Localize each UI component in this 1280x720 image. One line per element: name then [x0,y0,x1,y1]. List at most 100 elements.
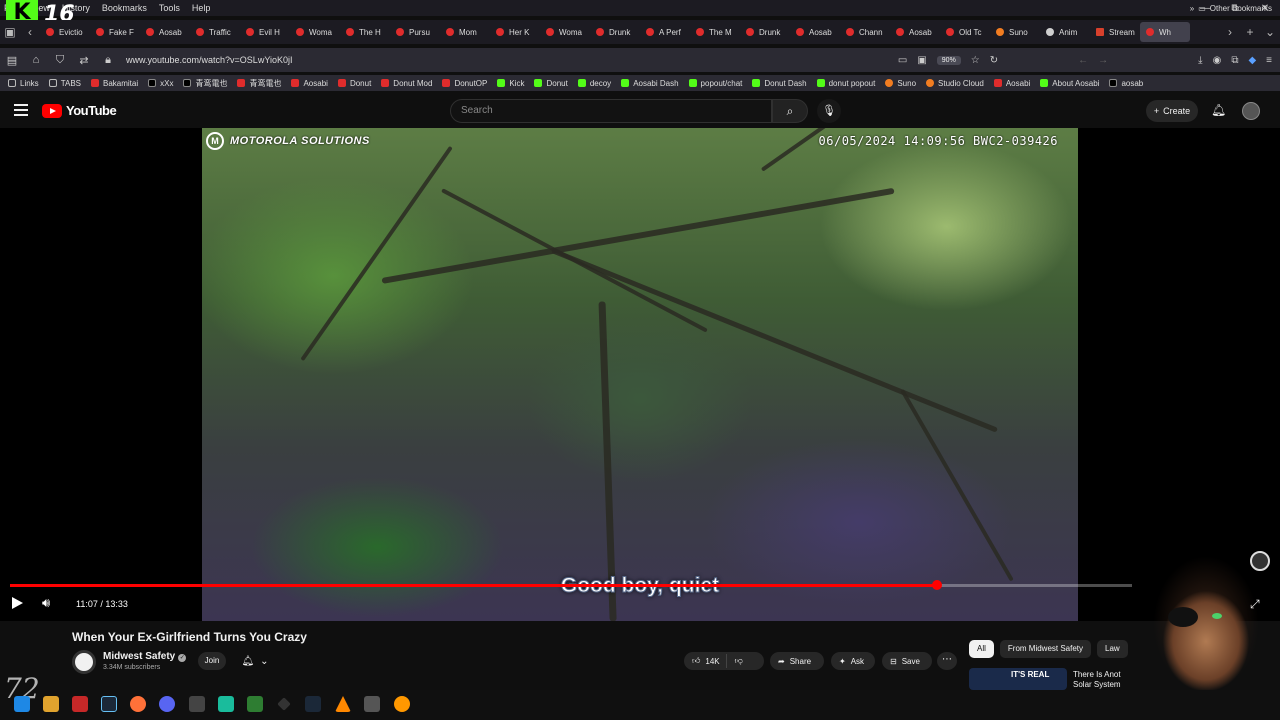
chip-law[interactable]: Law [1097,640,1128,658]
browser-tab[interactable]: Stream [1090,22,1140,42]
bookmark-item[interactable]: Aosabi [993,79,1030,88]
permissions-icon[interactable]: ⇄ [72,54,96,67]
recommended-video-title[interactable]: There Is Anot Solar System [1073,670,1133,690]
lock-icon[interactable]: 🔒︎ [96,54,120,67]
steam-alt-icon[interactable] [305,696,321,712]
zoom-level[interactable]: 90% [936,55,961,65]
bookmark-item[interactable]: About Aosabi [1040,79,1099,88]
bookmark-item[interactable]: Aosabi Dash [621,79,679,88]
forward-icon[interactable]: → [1098,55,1108,66]
video-player[interactable]: M MOTOROLA SOLUTIONS 06/05/2024 14:09:56… [0,128,1280,621]
browser-tab[interactable]: Suno [990,22,1040,42]
reader-view-icon[interactable]: ▭ [898,55,907,66]
browser-tab[interactable]: Evil H [240,22,290,42]
game-app-icon[interactable] [189,696,205,712]
browser-tab[interactable]: Woma [540,22,590,42]
progress-bar[interactable] [10,580,1132,590]
tab-scroll-right-icon[interactable]: › [1220,25,1240,39]
back-icon[interactable]: ← [1078,55,1088,66]
discord-icon[interactable] [159,696,175,712]
browser-tab[interactable]: The M [690,22,740,42]
picture-in-picture-icon[interactable]: ▣ [917,55,926,66]
home-icon[interactable]: ⌂ [24,54,48,66]
bookmark-item[interactable]: DonutOP [442,79,487,88]
ask-button[interactable]: ✦ Ask [831,652,875,670]
scrubber-handle[interactable] [931,580,942,590]
browser-tab[interactable]: Chann [840,22,890,42]
menu-bookmarks[interactable]: Bookmarks [96,3,153,13]
bookmark-item[interactable]: Donut Dash [752,79,807,88]
new-tab-icon[interactable]: + [1240,25,1260,39]
browser-tab[interactable]: Evictio [40,22,90,42]
volume-icon[interactable]: 🔊︎ [42,595,50,611]
browser-tab[interactable]: A Perf [640,22,690,42]
browser-tab[interactable]: Pursu [390,22,440,42]
account-icon[interactable]: ◉ [1213,55,1222,66]
channel-avatar[interactable] [72,650,96,674]
channel-name-text[interactable]: Midwest Safety [103,651,175,662]
more-actions-icon[interactable]: ⋯ [937,652,957,670]
firefox-icon[interactable] [130,696,146,712]
chip-all[interactable]: All [969,640,994,658]
sidebar-toggle-icon[interactable]: ▤ [0,54,24,67]
chat-app-icon[interactable] [218,696,234,712]
chip-from-channel[interactable]: From Midwest Safety [999,640,1092,658]
bookmark-item[interactable]: Donut [534,79,568,88]
bookmark-item[interactable]: donut popout [816,79,875,88]
stream-app-icon[interactable] [72,696,88,712]
other-bookmarks[interactable]: » ▭ Other Bookmarks [1190,0,1272,16]
bookmark-star-icon[interactable]: ☆ [971,55,980,66]
search-app-icon[interactable] [394,696,410,712]
browser-tab[interactable]: Mom [440,22,490,42]
recommended-video-thumbnail[interactable]: IT'S REAL [969,668,1067,690]
browser-tab[interactable]: Aosab [890,22,940,42]
extension-icon[interactable]: ◆ [1248,55,1256,66]
search-icon[interactable]: ⌕ [772,99,808,123]
browser-tab[interactable]: Anim [1040,22,1090,42]
youtube-logo[interactable]: YouTube [42,103,117,118]
browser-tab[interactable]: The H [340,22,390,42]
bookmark-item[interactable]: Studio Cloud [926,79,984,88]
browser-tab[interactable]: Her K [490,22,540,42]
browser-tab[interactable]: Wh [1140,22,1190,42]
bookmark-item[interactable]: Aosabi [291,79,328,88]
channel-name[interactable]: Midwest Safety ✓ [103,651,187,662]
tab-scroll-left-icon[interactable]: ‹ [20,25,40,39]
browser-tab[interactable]: Aosab [790,22,840,42]
steam-icon[interactable] [101,696,117,712]
menu-icon[interactable] [14,104,28,116]
notifications-bell-icon[interactable]: 🔔︎ [1211,103,1226,117]
file-explorer-icon[interactable] [43,696,59,712]
browser-tab[interactable]: Aosab [140,22,190,42]
bookmark-item[interactable]: Kick [497,79,524,88]
play-icon[interactable] [12,597,23,609]
video-frame[interactable]: M MOTOROLA SOLUTIONS 06/05/2024 14:09:56… [202,128,1078,621]
bookmark-item[interactable]: Donut [337,79,371,88]
bookmark-item[interactable]: popout/chat [688,79,742,88]
bookmark-item[interactable]: Donut Mod [381,79,432,88]
bookmark-item[interactable]: 青鸾電也 [237,78,281,89]
shield-icon[interactable]: ⛉ [48,54,72,67]
create-button[interactable]: + Create [1146,100,1198,122]
subscribe-bell-button[interactable]: 🔔︎ ⌄ [236,652,274,670]
browser-tab[interactable]: Fake F [90,22,140,42]
bookmark-item[interactable]: Suno [885,79,916,88]
tab-overflow-icon[interactable]: ⌄ [1260,25,1280,39]
bookmark-item[interactable]: Links [8,79,39,88]
microphone-icon[interactable]: 🎙︎ [817,99,841,123]
bookmark-item[interactable]: decoy [577,79,611,88]
start-icon[interactable] [14,696,30,712]
save-button[interactable]: ⊟ Save [882,652,932,670]
bookmark-item[interactable]: 青鸾電也 [183,78,227,89]
share-button[interactable]: ➦ Share [770,652,824,670]
bookmark-item[interactable]: xXx [148,79,173,88]
menu-help[interactable]: Help [186,3,217,13]
browser-tab[interactable]: Drunk [590,22,640,42]
menu-tools[interactable]: Tools [153,3,186,13]
bookmarks-overflow-icon[interactable]: » [1190,4,1194,13]
downloads-icon[interactable]: ⤓ [1198,55,1202,66]
browser-tab[interactable]: Woma [290,22,340,42]
browser-tab[interactable]: Drunk [740,22,790,42]
browser-tab[interactable]: Old Tc [940,22,990,42]
user-avatar[interactable] [1242,102,1260,120]
